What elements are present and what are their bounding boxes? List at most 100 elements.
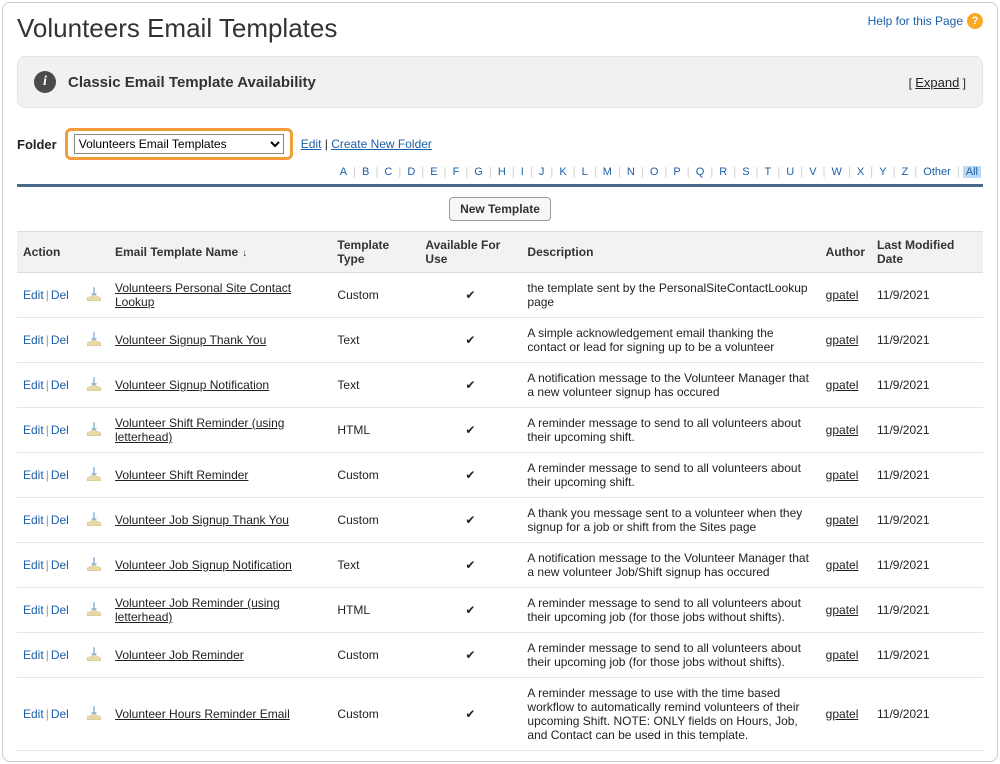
author-link[interactable]: gpatel — [826, 468, 859, 482]
help-link[interactable]: Help for this Page ? — [868, 13, 983, 29]
edit-link[interactable]: Edit — [23, 468, 44, 482]
alpha-A[interactable]: A — [337, 166, 350, 178]
alpha-S[interactable]: S — [739, 166, 752, 178]
col-author[interactable]: Author — [820, 232, 871, 273]
edit-link[interactable]: Edit — [23, 603, 44, 617]
alpha-X[interactable]: X — [854, 166, 867, 178]
edit-link[interactable]: Edit — [23, 423, 44, 437]
templates-table: Action Email Template Name↓ Template Typ… — [17, 231, 983, 751]
author-link[interactable]: gpatel — [826, 558, 859, 572]
author-link[interactable]: gpatel — [826, 648, 859, 662]
edit-link[interactable]: Edit — [23, 333, 44, 347]
expand-link[interactable]: Expand — [915, 75, 959, 90]
del-link[interactable]: Del — [51, 378, 69, 392]
alpha-O[interactable]: O — [647, 166, 662, 178]
author-link[interactable]: gpatel — [826, 707, 859, 721]
download-icon[interactable] — [85, 517, 103, 531]
edit-link[interactable]: Edit — [23, 378, 44, 392]
folder-label: Folder — [17, 137, 57, 152]
download-icon[interactable] — [85, 562, 103, 576]
alpha-Z[interactable]: Z — [899, 166, 912, 178]
edit-link[interactable]: Edit — [23, 558, 44, 572]
author-link[interactable]: gpatel — [826, 603, 859, 617]
available-check: ✔ — [419, 408, 521, 453]
template-description: A thank you message sent to a volunteer … — [521, 498, 819, 543]
edit-link[interactable]: Edit — [23, 648, 44, 662]
download-icon[interactable] — [85, 337, 103, 351]
alpha-P[interactable]: P — [670, 166, 683, 178]
new-template-button[interactable]: New Template — [449, 197, 551, 221]
template-name-link[interactable]: Volunteer Job Signup Notification — [115, 558, 292, 572]
alpha-R[interactable]: R — [716, 166, 730, 178]
author-link[interactable]: gpatel — [826, 423, 859, 437]
folder-select-highlight: Volunteers Email Templates — [65, 128, 293, 160]
template-name-link[interactable]: Volunteer Job Reminder — [115, 648, 244, 662]
modified-date: 11/9/2021 — [871, 498, 983, 543]
edit-link[interactable]: Edit — [23, 707, 44, 721]
del-link[interactable]: Del — [51, 288, 69, 302]
author-link[interactable]: gpatel — [826, 333, 859, 347]
alpha-B[interactable]: B — [359, 166, 372, 178]
author-link[interactable]: gpatel — [826, 513, 859, 527]
alpha-Y[interactable]: Y — [876, 166, 889, 178]
folder-edit-link[interactable]: Edit — [301, 137, 322, 151]
download-icon[interactable] — [85, 292, 103, 306]
alpha-T[interactable]: T — [762, 166, 775, 178]
alpha-K[interactable]: K — [556, 166, 569, 178]
del-link[interactable]: Del — [51, 513, 69, 527]
alpha-all[interactable]: All — [963, 166, 981, 178]
del-link[interactable]: Del — [51, 648, 69, 662]
alpha-L[interactable]: L — [579, 166, 591, 178]
del-link[interactable]: Del — [51, 423, 69, 437]
template-name-link[interactable]: Volunteer Hours Reminder Email — [115, 707, 290, 721]
alpha-F[interactable]: F — [450, 166, 463, 178]
alpha-U[interactable]: U — [783, 166, 797, 178]
author-link[interactable]: gpatel — [826, 288, 859, 302]
download-icon[interactable] — [85, 652, 103, 666]
alpha-D[interactable]: D — [404, 166, 418, 178]
template-name-link[interactable]: Volunteer Job Reminder (using letterhead… — [115, 596, 280, 624]
del-link[interactable]: Del — [51, 558, 69, 572]
del-link[interactable]: Del — [51, 468, 69, 482]
template-name-link[interactable]: Volunteer Shift Reminder — [115, 468, 248, 482]
alpha-G[interactable]: G — [471, 166, 486, 178]
alpha-Q[interactable]: Q — [693, 166, 708, 178]
folder-create-link[interactable]: Create New Folder — [331, 137, 432, 151]
template-name-link[interactable]: Volunteer Shift Reminder (using letterhe… — [115, 416, 284, 444]
download-icon[interactable] — [85, 607, 103, 621]
author-link[interactable]: gpatel — [826, 378, 859, 392]
alpha-C[interactable]: C — [381, 166, 395, 178]
template-name-link[interactable]: Volunteer Job Signup Thank You — [115, 513, 289, 527]
alpha-E[interactable]: E — [427, 166, 440, 178]
alpha-N[interactable]: N — [624, 166, 638, 178]
col-available[interactable]: Available For Use — [419, 232, 521, 273]
alpha-I[interactable]: I — [518, 166, 527, 178]
alpha-M[interactable]: M — [600, 166, 615, 178]
download-icon[interactable] — [85, 711, 103, 725]
del-link[interactable]: Del — [51, 707, 69, 721]
col-description[interactable]: Description — [521, 232, 819, 273]
col-modified[interactable]: Last Modified Date — [871, 232, 983, 273]
download-icon[interactable] — [85, 427, 103, 441]
del-link[interactable]: Del — [51, 333, 69, 347]
edit-link[interactable]: Edit — [23, 513, 44, 527]
template-type: Custom — [331, 633, 419, 678]
download-icon[interactable] — [85, 382, 103, 396]
available-check: ✔ — [419, 318, 521, 363]
template-name-link[interactable]: Volunteer Signup Thank You — [115, 333, 266, 347]
template-description: A notification message to the Volunteer … — [521, 543, 819, 588]
template-name-link[interactable]: Volunteer Signup Notification — [115, 378, 269, 392]
col-name[interactable]: Email Template Name↓ — [109, 232, 331, 273]
alpha-J[interactable]: J — [536, 166, 548, 178]
col-action[interactable]: Action — [17, 232, 79, 273]
alpha-W[interactable]: W — [829, 166, 845, 178]
alpha-H[interactable]: H — [495, 166, 509, 178]
col-type[interactable]: Template Type — [331, 232, 419, 273]
folder-select[interactable]: Volunteers Email Templates — [74, 134, 284, 154]
alpha-V[interactable]: V — [806, 166, 819, 178]
template-name-link[interactable]: Volunteers Personal Site Contact Lookup — [115, 281, 291, 309]
alpha-other[interactable]: Other — [920, 166, 954, 178]
edit-link[interactable]: Edit — [23, 288, 44, 302]
download-icon[interactable] — [85, 472, 103, 486]
del-link[interactable]: Del — [51, 603, 69, 617]
